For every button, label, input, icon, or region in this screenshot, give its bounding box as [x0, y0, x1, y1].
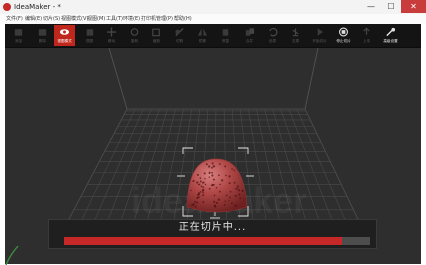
- tool-start-slice[interactable]: 开始切片: [309, 25, 330, 46]
- menu-bar: 文件(F) 编辑(E) 切片(S) 视图模式(V) 视图(M) 工具(T) 环境…: [0, 14, 426, 24]
- menu-file[interactable]: 文件(F): [6, 14, 23, 24]
- tool-label: 高级设置: [383, 39, 398, 43]
- maximize-button[interactable]: ☐: [381, 0, 401, 13]
- repair-icon: [222, 29, 229, 36]
- window-title: IdeaMaker - *: [14, 3, 61, 11]
- app-logo-icon: [3, 3, 11, 11]
- tool-mirror[interactable]: 镜像: [192, 25, 213, 46]
- tool-repair[interactable]: 修复: [215, 25, 236, 46]
- delete-icon: [38, 29, 47, 36]
- support-icon: [292, 28, 299, 37]
- tool-advanced-settings[interactable]: 高级设置: [380, 25, 401, 46]
- tool-stop-slice[interactable]: 停止切片: [333, 25, 354, 46]
- tool-upload[interactable]: 上传: [356, 25, 377, 46]
- cube-icon: [86, 29, 94, 36]
- menu-help[interactable]: 帮助(H): [174, 14, 192, 24]
- title-bar: IdeaMaker - * — ☐ ✕: [0, 0, 426, 15]
- progress-status-text: 正在切片中...: [178, 222, 247, 233]
- toolbar: 添加 删除 视图模式 视图 移动 旋转 缩放 切割 镜像 修复 合并 还原 支撑…: [5, 24, 421, 48]
- app-window: IdeaMaker - * — ☐ ✕ 文件(F) 编辑(E) 切片(S) 视图…: [0, 0, 426, 265]
- mirror-icon: [197, 28, 208, 36]
- eye-icon: [59, 29, 70, 35]
- cut-icon: [175, 27, 184, 37]
- menu-printer-manager[interactable]: 打印机管理(P): [141, 14, 173, 24]
- settings-icon: [386, 27, 396, 37]
- scale-icon: [152, 28, 160, 37]
- tool-support[interactable]: 支撑: [285, 25, 306, 46]
- tool-move[interactable]: 移动: [101, 25, 122, 46]
- close-button[interactable]: ✕: [401, 0, 426, 13]
- merge-icon: [245, 28, 255, 36]
- move-icon: [106, 27, 117, 37]
- menu-slice[interactable]: 切片(S): [43, 14, 60, 24]
- stop-icon: [339, 27, 348, 37]
- tool-add[interactable]: 添加: [8, 25, 29, 46]
- add-icon: [14, 29, 23, 36]
- menu-view-mode[interactable]: 视图模式(V): [61, 14, 88, 24]
- decorative-leaf-icon: [5, 246, 19, 265]
- tool-scale[interactable]: 缩放: [146, 25, 167, 46]
- rotate-icon: [130, 28, 139, 36]
- menu-edit[interactable]: 编辑(E): [25, 14, 42, 24]
- tool-undo[interactable]: 还原: [262, 25, 283, 46]
- upload-icon: [363, 27, 370, 35]
- minimize-button[interactable]: —: [361, 0, 381, 13]
- play-icon: [317, 28, 324, 36]
- menu-environment[interactable]: 环境(E): [123, 14, 140, 24]
- tool-merge[interactable]: 合并: [239, 25, 260, 46]
- app-area: 添加 删除 视图模式 视图 移动 旋转 缩放 切割 镜像 修复 合并 还原 支撑…: [5, 24, 421, 264]
- slicing-progress-panel: 正在切片中...: [48, 219, 377, 249]
- progress-bar-fill: [64, 237, 343, 245]
- progress-bar: [64, 237, 370, 245]
- menu-tools[interactable]: 工具(T): [106, 14, 123, 24]
- tool-cut[interactable]: 切割: [169, 25, 190, 46]
- menu-view[interactable]: 视图(M): [87, 14, 105, 24]
- tool-view-mode[interactable]: 视图模式: [54, 25, 75, 46]
- undo-icon: [269, 27, 278, 37]
